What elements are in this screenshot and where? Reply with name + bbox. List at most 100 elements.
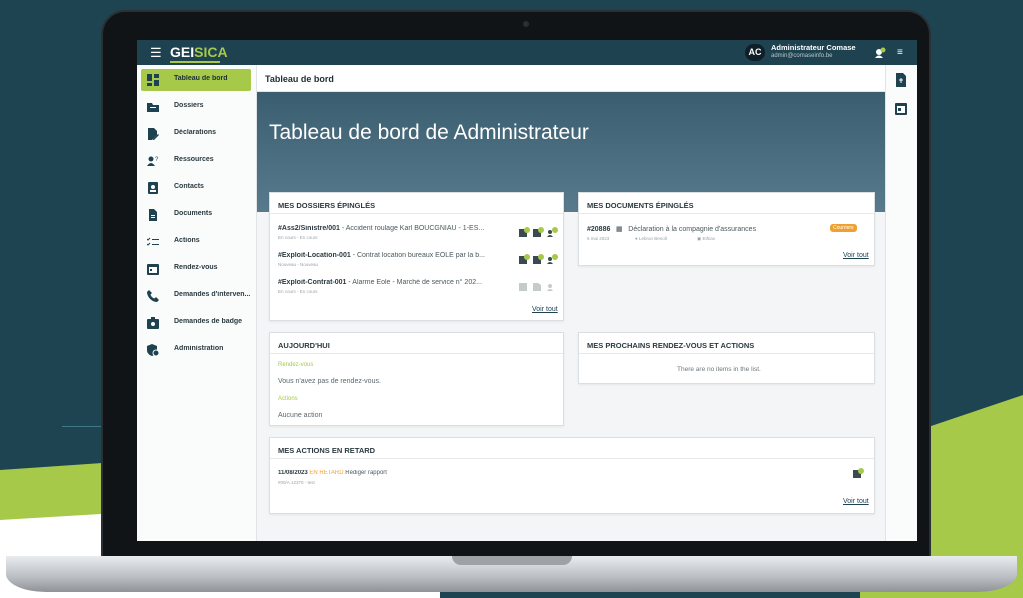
user-name: Administrateur Comase — [771, 43, 856, 52]
user-icon[interactable] — [547, 281, 558, 291]
folder-doc-icon[interactable] — [853, 468, 864, 478]
file-ref[interactable]: #Exploit-Contrat-001 — [278, 279, 346, 286]
file-ref[interactable]: #Exploit-Location-001 — [278, 252, 351, 259]
category-badge: Courriers — [830, 224, 857, 232]
action-ref: #00/A.12370 - test — [278, 480, 315, 485]
document-download-icon[interactable] — [894, 73, 908, 87]
document-ref[interactable]: #20886 — [587, 226, 610, 233]
divider — [270, 213, 563, 214]
sidebar-item-label: Documents — [174, 210, 213, 217]
folder-doc-icon[interactable] — [519, 281, 530, 291]
document-icon[interactable] — [533, 254, 544, 264]
actions-label: Actions — [278, 396, 298, 402]
folder-doc-icon[interactable] — [519, 227, 530, 237]
contact-card-icon — [148, 182, 158, 194]
list-item[interactable]: #Ass2/Sinistre/001 - Accident roulage Ka… — [278, 225, 506, 232]
sidebar-item-label: Tableau de bord — [174, 75, 228, 82]
sidebar-item-label: Demandes de badge — [174, 318, 243, 325]
sidebar-item-dossiers[interactable]: Dossiers — [141, 96, 251, 118]
sidebar-item-actions[interactable]: Actions — [141, 231, 251, 253]
file-status: Nouveau - Nouveau — [278, 262, 319, 267]
card-title: MES PROCHAINS RENDEZ-VOUS ET ACTIONS — [587, 341, 755, 350]
divider — [270, 353, 563, 354]
action-title: Rédiger rapport — [345, 470, 387, 476]
meetings-empty: Vous n'avez pas de rendez-vous. — [278, 378, 381, 385]
sidebar-item-label: Rendez-vous — [174, 264, 218, 271]
sidebar-item-tableau-de-bord[interactable]: Tableau de bord — [141, 69, 251, 91]
upcoming-card: MES PROCHAINS RENDEZ-VOUS ET ACTIONS The… — [578, 332, 875, 384]
right-toolbar — [885, 65, 917, 541]
pinned-documents-card: MES DOCUMENTS ÉPINGLÉS #20886 ▦ Déclarat… — [578, 192, 875, 266]
phone-icon — [147, 290, 159, 302]
document-org: ▣ Ethias — [697, 236, 716, 241]
calendar-icon — [147, 264, 159, 275]
notifications-icon[interactable] — [875, 47, 886, 58]
avatar[interactable]: AC — [745, 44, 765, 61]
file-status: En cours - En cours — [278, 289, 318, 294]
card-title: MES DOCUMENTS ÉPINGLÉS — [587, 201, 694, 210]
today-card: AUJOURD'HUI Rendez-vous Vous n'avez pas … — [269, 332, 564, 426]
file-desc: - Contrat location bureaux EOLE par la b… — [350, 252, 485, 259]
laptop-notch — [452, 556, 572, 565]
list-item[interactable]: #Exploit-Location-001 - Contrat location… — [278, 252, 506, 259]
card-title: MES DOSSIERS ÉPINGLÉS — [278, 201, 376, 210]
divider — [270, 458, 874, 459]
user-icon[interactable] — [547, 254, 558, 264]
page-title: Tableau de bord de Administrateur — [269, 121, 589, 144]
breadcrumb: Tableau de bord — [257, 65, 885, 92]
main-content: Tableau de bord Tableau de bord de Admin… — [257, 65, 885, 541]
breadcrumb-label: Tableau de bord — [265, 74, 334, 84]
sidebar-item-rendez-vous[interactable]: Rendez-vous — [141, 258, 251, 280]
list-item[interactable]: #Exploit-Contrat-001 - Alarme Eole - Mar… — [278, 279, 506, 286]
sidebar-item-label: Administration — [174, 345, 224, 352]
user-email: admin@comaseinfo.be — [771, 53, 833, 59]
see-all-link[interactable]: Voir tout — [532, 306, 558, 313]
sidebar-item-demandes-badge[interactable]: Demandes de badge — [141, 312, 251, 334]
sidebar-item-declarations[interactable]: Déclarations — [141, 123, 251, 145]
document-icon — [149, 209, 157, 221]
see-all-link[interactable]: Voir tout — [843, 252, 869, 259]
pinned-files-card: MES DOSSIERS ÉPINGLÉS #Ass2/Sinistre/001… — [269, 192, 564, 321]
user-icon[interactable] — [547, 227, 558, 237]
svg-text:?: ? — [155, 157, 159, 163]
list-item[interactable]: 11/08/2023 EN RETARD Rédiger rapport — [278, 470, 387, 476]
sidebar-item-administration[interactable]: Administration — [141, 339, 251, 361]
card-title: AUJOURD'HUI — [278, 341, 330, 350]
top-bar: ☰ GEISICA AC Administrateur Comase admin… — [137, 40, 917, 65]
meetings-label: Rendez-vous — [278, 362, 314, 368]
sidebar-item-ressources[interactable]: ? Ressources — [141, 150, 251, 172]
document-desc: Déclaration à la compagnie d'assurances — [628, 226, 757, 233]
sidebar-item-documents[interactable]: Documents — [141, 204, 251, 226]
app-screen: ☰ GEISICA AC Administrateur Comase admin… — [137, 40, 917, 541]
empty-state: There are no items in the list. — [677, 366, 761, 373]
folder-doc-icon[interactable] — [519, 254, 530, 264]
sidebar-item-label: Déclarations — [174, 129, 217, 136]
hamburger-icon[interactable]: ☰ — [150, 45, 162, 60]
calendar-icon[interactable] — [894, 101, 908, 115]
divider — [579, 353, 874, 354]
file-edit-icon — [148, 128, 159, 140]
sidebar-item-label: Ressources — [174, 156, 214, 163]
shield-gear-icon — [147, 344, 159, 356]
sidebar-item-demandes-intervention[interactable]: Demandes d'interven... — [141, 285, 251, 307]
file-desc: - Accident roulage Karl BOUCGNIAU - 1-ES… — [339, 225, 485, 232]
see-all-link[interactable]: Voir tout — [843, 498, 869, 505]
file-status: En cours - En cours — [278, 235, 318, 240]
document-icon: ▦ — [616, 226, 623, 233]
document-icon[interactable] — [533, 281, 544, 291]
document-icon[interactable] — [533, 227, 544, 237]
sidebar-item-label: Dossiers — [174, 102, 204, 109]
list-item[interactable]: #20886 ▦ Déclaration à la compagnie d'as… — [587, 225, 797, 233]
sidebar-item-label: Contacts — [174, 183, 204, 190]
logo-underline — [170, 61, 220, 63]
users-icon: ? — [147, 156, 159, 166]
badge-icon — [147, 317, 159, 329]
sidebar-item-contacts[interactable]: Contacts — [141, 177, 251, 199]
sidebar-item-label: Demandes d'interven... — [174, 291, 250, 298]
document-date: 5 mai 2023 — [587, 236, 610, 241]
status-badge: EN RETARD — [309, 470, 344, 476]
checklist-icon — [147, 237, 159, 246]
menu-collapse-icon[interactable]: ≡ — [897, 47, 903, 58]
app-logo[interactable]: GEISICA — [170, 44, 228, 60]
file-ref[interactable]: #Ass2/Sinistre/001 — [278, 225, 340, 232]
